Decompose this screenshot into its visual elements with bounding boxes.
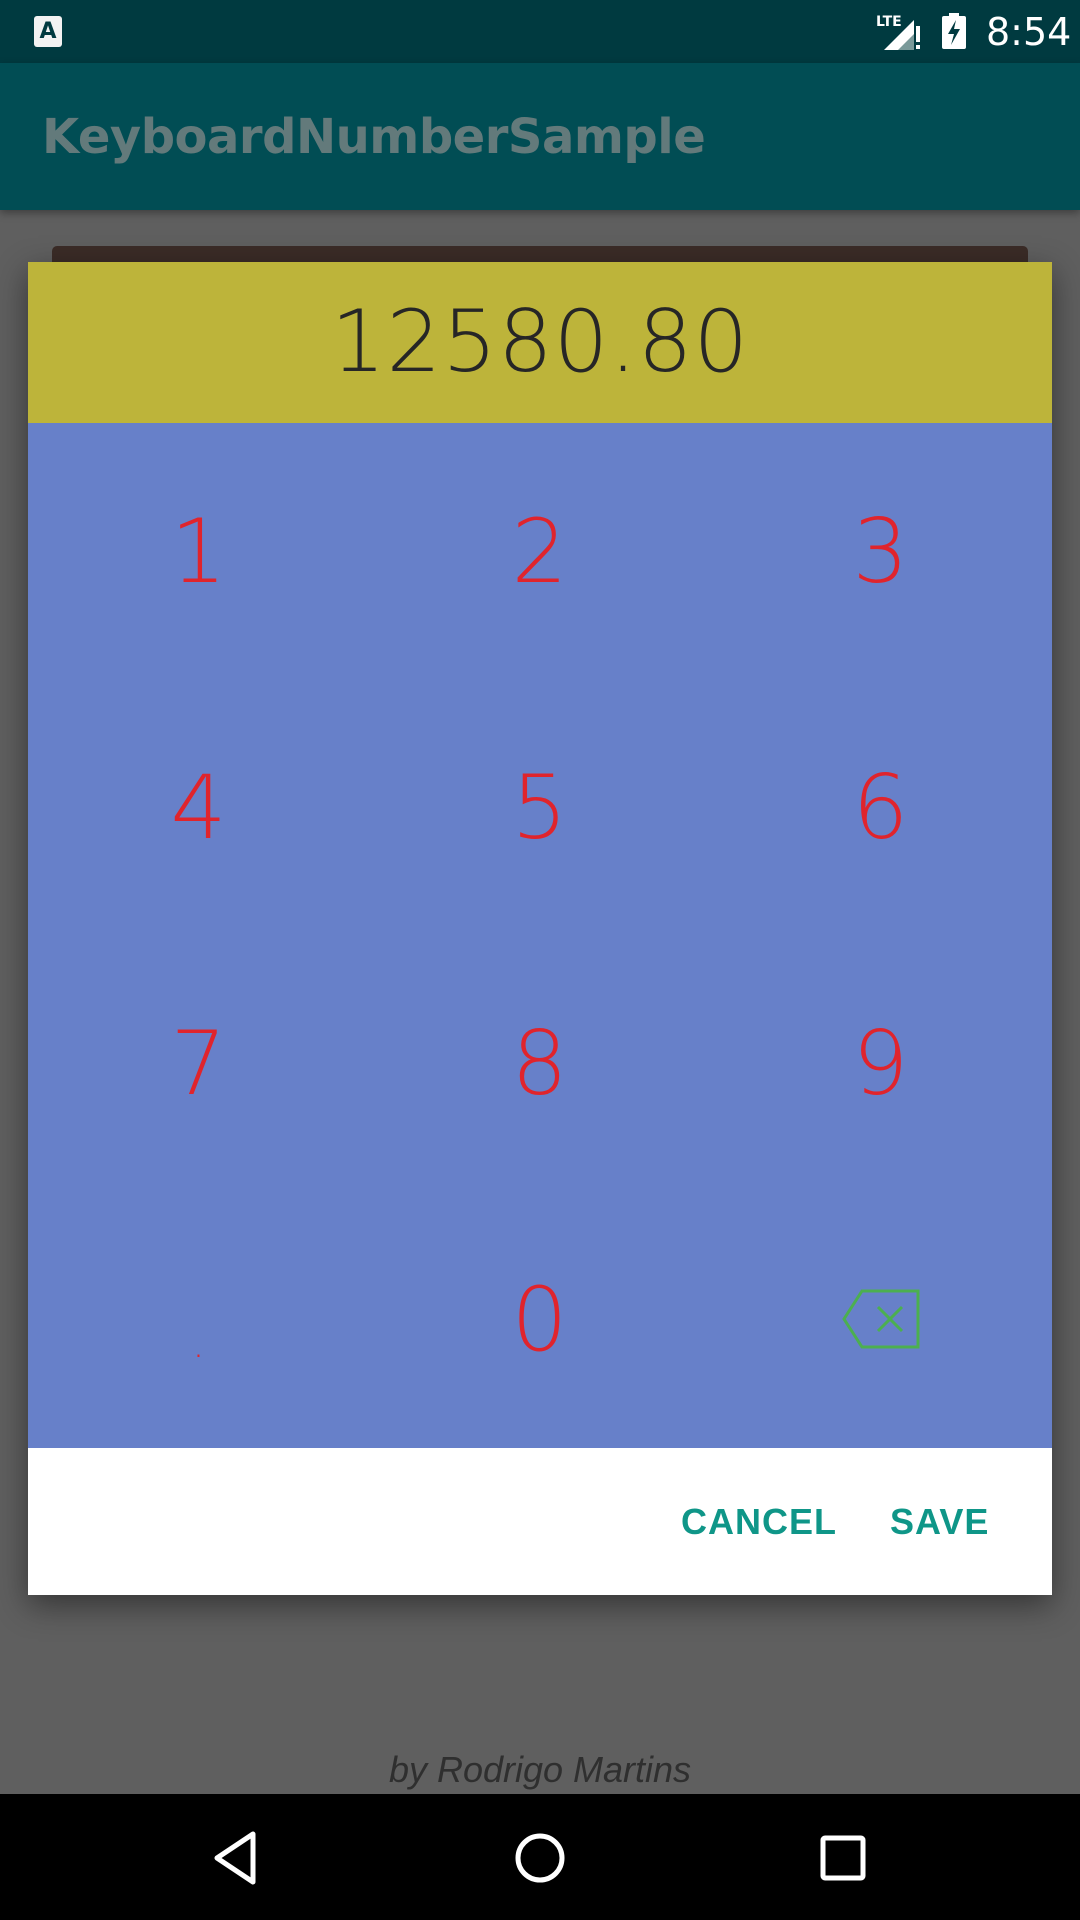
- key-4[interactable]: 4: [28, 679, 369, 935]
- navigation-bar: [0, 1794, 1080, 1920]
- signal-icon: LTE: [876, 14, 920, 50]
- status-bar: A LTE 8:54: [0, 0, 1080, 63]
- number-keyboard-dialog: 12580.80 1 2 3 4 5 6 7 8 9 . 0 CANCEL SA…: [28, 262, 1052, 1595]
- keypad: 1 2 3 4 5 6 7 8 9 . 0: [28, 423, 1052, 1448]
- key-8[interactable]: 8: [369, 935, 710, 1191]
- key-9[interactable]: 9: [710, 935, 1051, 1191]
- app-bar: KeyboardNumberSample: [0, 63, 1080, 210]
- status-time: 8:54: [986, 10, 1072, 54]
- save-button[interactable]: SAVE: [890, 1448, 989, 1595]
- back-icon[interactable]: [207, 1828, 267, 1888]
- key-6[interactable]: 6: [710, 679, 1051, 935]
- battery-charging-icon: [942, 13, 966, 49]
- key-decimal[interactable]: .: [28, 1191, 369, 1447]
- home-icon[interactable]: [510, 1828, 570, 1888]
- key-5[interactable]: 5: [369, 679, 710, 935]
- cancel-button[interactable]: CANCEL: [681, 1448, 837, 1595]
- key-0[interactable]: 0: [369, 1191, 710, 1447]
- keyboard-a-icon: A: [34, 16, 62, 47]
- app-title: KeyboardNumberSample: [42, 109, 706, 165]
- dialog-actions: CANCEL SAVE: [28, 1448, 1052, 1595]
- recents-icon[interactable]: [813, 1828, 873, 1888]
- key-1[interactable]: 1: [28, 423, 369, 679]
- key-7[interactable]: 7: [28, 935, 369, 1191]
- key-2[interactable]: 2: [369, 423, 710, 679]
- value-display: 12580.80: [28, 262, 1052, 423]
- backspace-icon: [841, 1289, 919, 1349]
- display-value: 12580.80: [330, 292, 750, 392]
- footer-credit: by Rodrigo Martins: [388, 1749, 692, 1790]
- network-label: LTE: [876, 14, 902, 30]
- key-backspace[interactable]: [710, 1191, 1051, 1447]
- key-3[interactable]: 3: [710, 423, 1051, 679]
